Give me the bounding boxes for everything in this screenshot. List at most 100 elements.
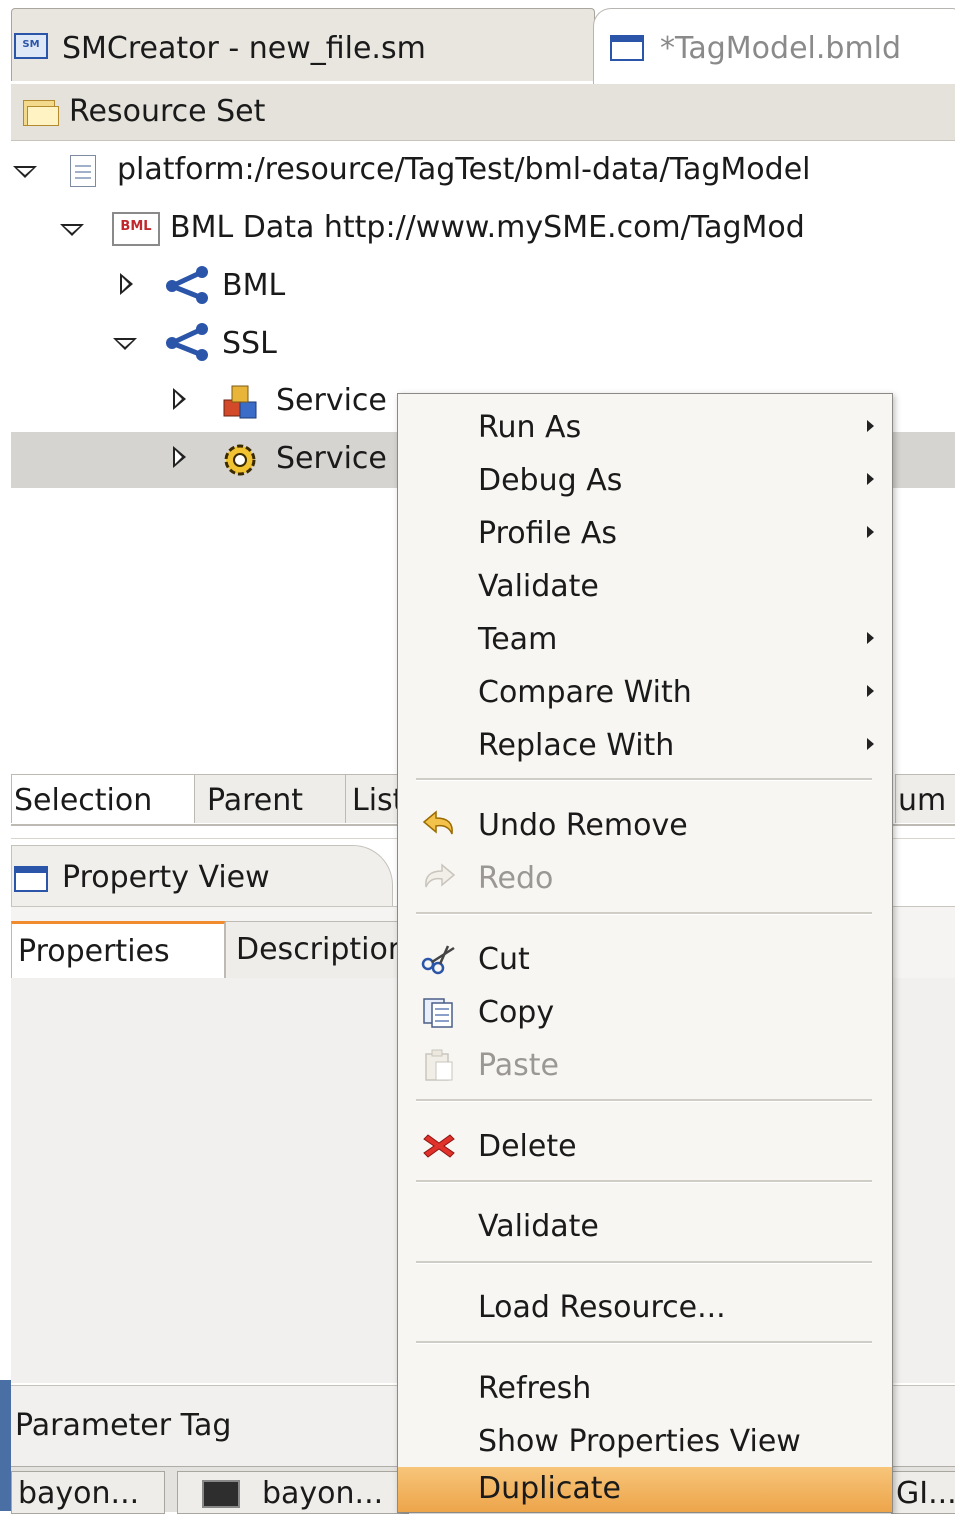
property-view-tab[interactable]: Property View [11, 845, 393, 906]
window-icon [14, 866, 48, 892]
taskbar-label: GI... [896, 1476, 955, 1511]
submenu-arrow-icon [867, 526, 874, 538]
taskbar-button[interactable]: bayon... [11, 1471, 165, 1514]
terminal-icon [202, 1480, 240, 1508]
menu-label: Duplicate [478, 1471, 621, 1506]
editor-tab-label: SMCreator - new_file.sm [62, 31, 426, 66]
window-icon [610, 35, 644, 61]
menu-label: Cut [478, 942, 530, 977]
menu-separator [416, 1099, 872, 1102]
menu-item-validate-2[interactable]: Validate [398, 1199, 892, 1252]
resource-set-title: Resource Set [69, 94, 266, 129]
resource-set-header: Resource Set [11, 84, 955, 141]
menu-label: Team [478, 622, 558, 657]
menu-label: Replace With [478, 728, 675, 763]
redo-icon [425, 863, 456, 888]
tab-label: Parent [207, 783, 304, 818]
submenu-arrow-icon [867, 632, 874, 644]
delete-icon [423, 1134, 455, 1158]
tree-bml-data-label[interactable]: BML Data http://www.mySME.com/TagMod [170, 210, 805, 245]
menu-item-replace-with[interactable]: Replace With [398, 718, 892, 771]
gear-icon [224, 444, 256, 476]
menu-label: Load Resource... [478, 1290, 726, 1325]
menu-label: Run As [478, 410, 582, 445]
taskbar-label: bayon... [18, 1476, 140, 1511]
paste-icon [425, 1049, 453, 1081]
menu-separator [416, 912, 872, 915]
menu-separator [416, 1261, 872, 1264]
menu-item-compare-with[interactable]: Compare With [398, 665, 892, 718]
editor-tab-smcreator[interactable]: SM SMCreator - new_file.sm [11, 8, 595, 81]
tree-root-label[interactable]: platform:/resource/TagTest/bml-data/TagM… [117, 152, 811, 187]
menu-separator [416, 778, 872, 781]
menu-item-duplicate[interactable]: Duplicate [398, 1467, 892, 1512]
menu-separator [416, 1341, 872, 1344]
submenu-arrow-icon [867, 685, 874, 697]
menu-item-debug-as[interactable]: Debug As [398, 453, 892, 506]
package-icon [166, 323, 208, 361]
menu-item-copy[interactable]: Copy [398, 985, 892, 1038]
menu-item-profile-as[interactable]: Profile As [398, 506, 892, 559]
expand-ssl-icon[interactable] [113, 338, 137, 350]
context-menu: Run As Debug As Profile As Validate Team… [397, 393, 893, 1513]
package-icon [166, 266, 208, 304]
file-icon [70, 155, 96, 187]
expand-root-icon[interactable] [13, 166, 37, 178]
tree-service-label[interactable]: Service [276, 441, 396, 476]
cubes-icon [223, 385, 257, 419]
menu-item-refresh[interactable]: Refresh [398, 1361, 892, 1414]
expand-bml-icon[interactable] [120, 273, 133, 295]
tab-selection[interactable]: Selection [11, 774, 195, 823]
menu-label: Debug As [478, 463, 623, 498]
tab-properties[interactable]: Properties [11, 921, 225, 982]
menu-item-run-as[interactable]: Run As [398, 400, 892, 453]
tab-description[interactable]: Description [225, 921, 399, 980]
menu-label: Delete [478, 1129, 577, 1164]
tree-ssl-label[interactable]: SSL [222, 326, 277, 361]
tree-service-profile-label[interactable]: Service Profile MyService [276, 383, 396, 418]
submenu-arrow-icon [867, 420, 874, 432]
left-edge [0, 0, 11, 1511]
menu-item-load-resource[interactable]: Load Resource... [398, 1280, 892, 1333]
expand-service-icon[interactable] [173, 446, 186, 468]
menu-label: Profile As [478, 516, 617, 551]
sm-file-icon: SM [14, 33, 48, 59]
parameter-tag-label: Parameter Tag [15, 1408, 232, 1443]
taskbar-button[interactable]: bayon... [177, 1471, 409, 1514]
tab-parent[interactable]: Parent [194, 774, 346, 823]
expand-service-profile-icon[interactable] [173, 388, 186, 410]
menu-label: Validate [478, 569, 599, 604]
tab-label: Description [236, 932, 399, 967]
menu-label: Show Properties View [478, 1424, 801, 1459]
menu-label: Paste [478, 1048, 559, 1083]
copy-icon [423, 998, 453, 1028]
editor-tab-label: *TagModel.bmld [660, 31, 902, 66]
undo-icon [422, 810, 453, 835]
tree-bml-label[interactable]: BML [222, 268, 285, 303]
menu-label: Refresh [478, 1371, 592, 1406]
menu-item-team[interactable]: Team [398, 612, 892, 665]
tab-label: um [898, 783, 947, 818]
folder-icon [23, 96, 59, 126]
menu-item-cut[interactable]: Cut [398, 932, 892, 985]
submenu-arrow-icon [867, 738, 874, 750]
bml-icon: BML [112, 212, 160, 246]
menu-item-undo-remove[interactable]: Undo Remove [398, 798, 892, 851]
menu-label: Copy [478, 995, 555, 1030]
menu-item-redo: Redo [398, 851, 892, 904]
menu-label: Compare With [478, 675, 692, 710]
menu-item-show-properties-view[interactable]: Show Properties View [398, 1414, 892, 1467]
tab-um[interactable]: um [895, 774, 955, 823]
editor-tab-tagmodel[interactable]: *TagModel.bmld [593, 8, 955, 85]
scissors-icon [421, 945, 455, 975]
tab-label: Selection [14, 783, 153, 818]
taskbar-button[interactable]: GI... [891, 1471, 955, 1514]
property-view-title: Property View [62, 860, 270, 895]
menu-label: Redo [478, 861, 554, 896]
menu-item-paste: Paste [398, 1038, 892, 1091]
submenu-arrow-icon [867, 473, 874, 485]
expand-bml-data-icon[interactable] [60, 224, 84, 236]
menu-label: Validate [478, 1209, 599, 1244]
menu-item-delete[interactable]: Delete [398, 1119, 892, 1172]
menu-item-validate[interactable]: Validate [398, 559, 892, 612]
